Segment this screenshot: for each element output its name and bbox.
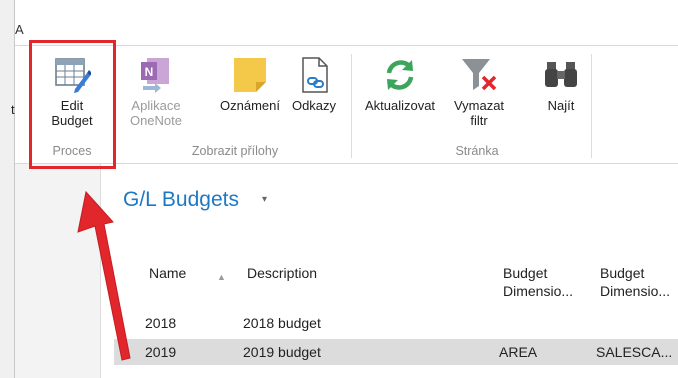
refresh-button[interactable]: Aktualizovat	[355, 56, 445, 113]
link-document-icon	[302, 57, 328, 93]
title-dropdown-caret[interactable]: ▾	[262, 194, 267, 205]
page-title[interactable]: G/L Budgets	[123, 188, 239, 212]
group-label-attachments: Zobrazit přílohy	[191, 144, 279, 158]
sort-ascending-icon: ▲	[217, 272, 226, 282]
column-header-budget-dimension-2[interactable]: Budget Dimensio...	[600, 264, 670, 300]
cut-off-button[interactable]: t	[11, 102, 15, 117]
cell-budget-dimension-1: AREA	[499, 344, 538, 360]
table-row[interactable]: 2018 2018 budget	[114, 310, 678, 336]
onenote-button[interactable]: N Aplikace OneNote	[121, 56, 191, 128]
column-header-description[interactable]: Description	[247, 264, 317, 282]
ribbon-tab-partial[interactable]: A	[15, 22, 24, 37]
binoculars-icon	[545, 62, 577, 87]
column-header-name[interactable]: Name	[149, 264, 186, 282]
group-label-page: Stránka	[455, 144, 499, 158]
cell-description: 2019 budget	[243, 344, 321, 360]
navigation-pane	[15, 164, 101, 378]
refresh-icon	[386, 60, 414, 90]
svg-text:N: N	[145, 65, 154, 79]
clear-filter-icon	[462, 59, 497, 91]
ribbon-separator	[351, 54, 352, 158]
table-row[interactable]: 2019 2019 budget AREA SALESCA...	[114, 339, 678, 365]
notes-button[interactable]: Oznámení	[208, 56, 292, 113]
highlight-box	[29, 40, 116, 169]
sticky-note-icon	[234, 58, 266, 92]
find-button[interactable]: Najít	[535, 56, 587, 113]
ribbon-separator	[591, 54, 592, 158]
cell-description: 2018 budget	[243, 315, 321, 331]
left-window-strip	[0, 0, 15, 378]
cell-name: 2019	[145, 344, 177, 360]
cell-name: 2018	[145, 315, 177, 331]
links-button[interactable]: Odkazy	[283, 56, 345, 113]
column-header-budget-dimension-1[interactable]: Budget Dimensio...	[503, 264, 573, 300]
onenote-icon: N	[141, 58, 169, 93]
clear-filter-button[interactable]: Vymazat filtr	[447, 56, 511, 128]
cell-budget-dimension-2: SALESCA...	[596, 344, 673, 360]
